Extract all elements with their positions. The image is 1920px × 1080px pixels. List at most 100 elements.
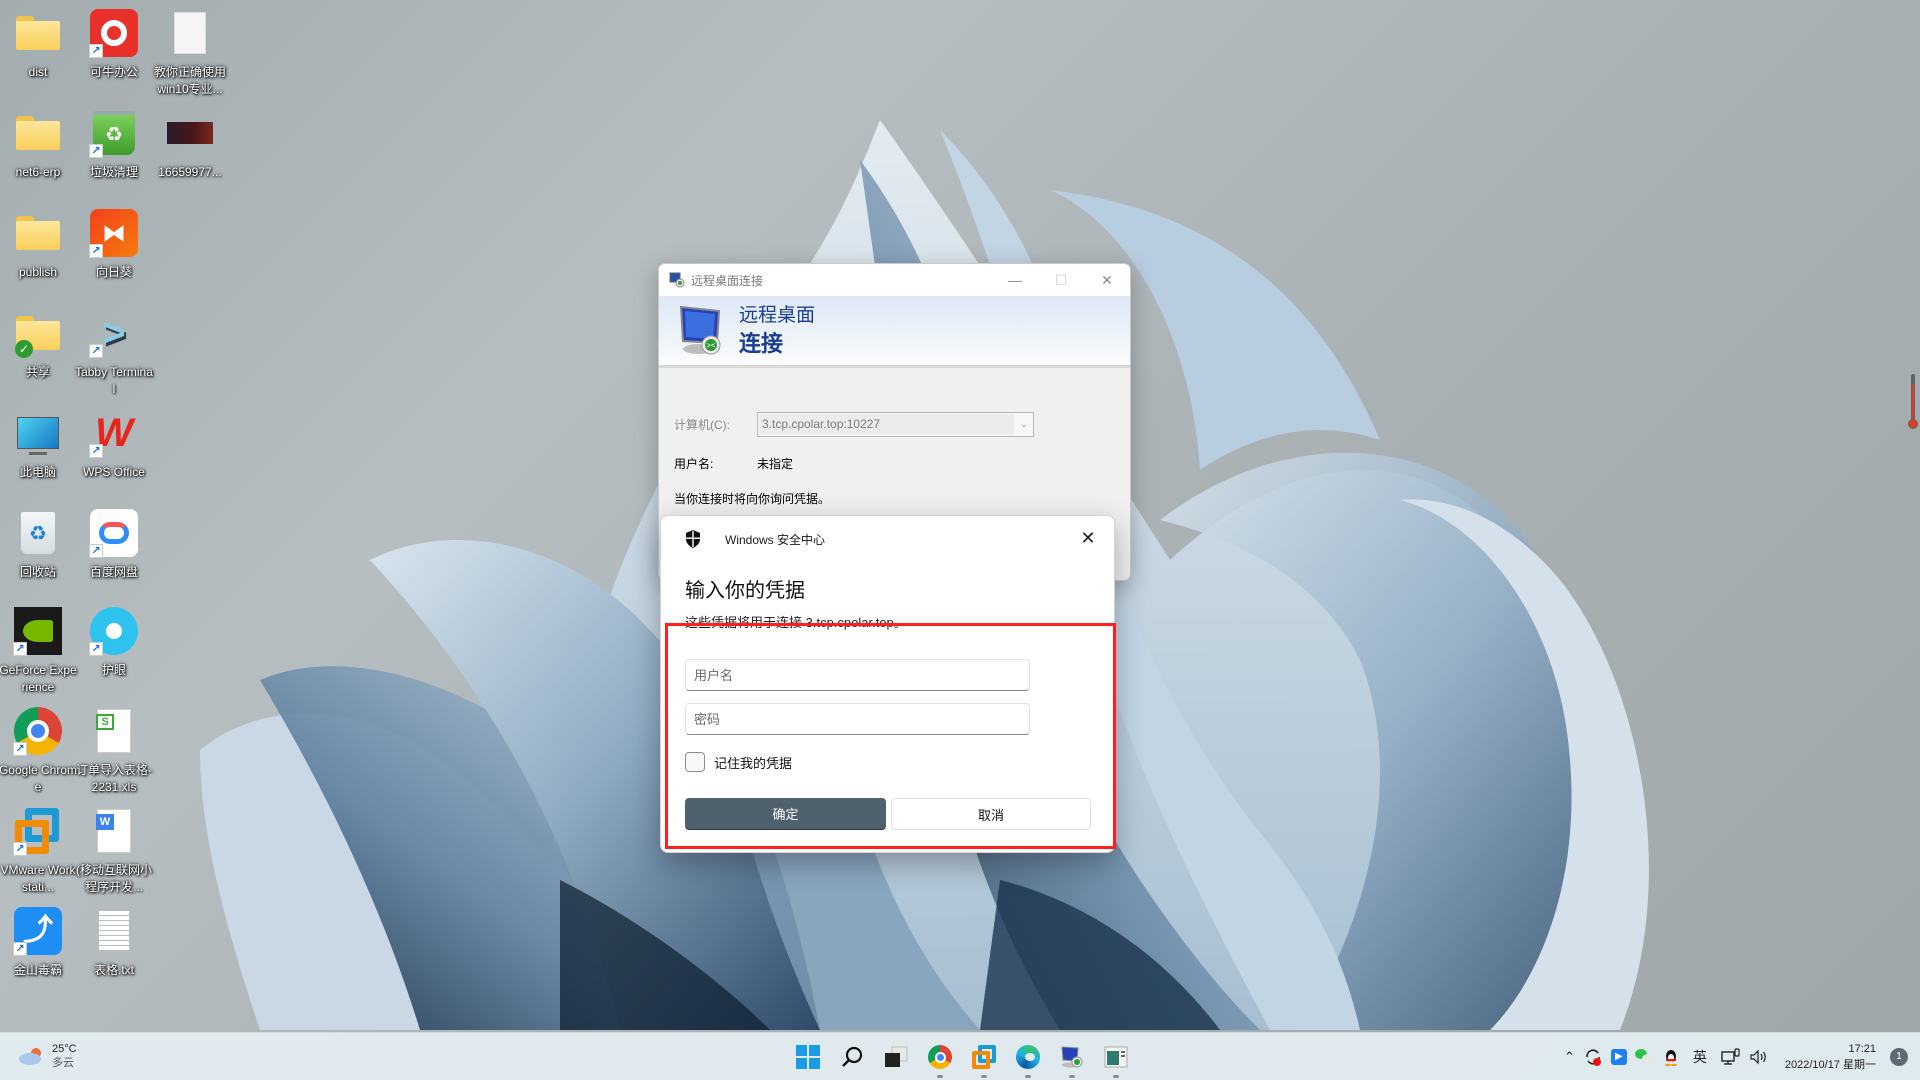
shortcut-arrow-icon: ↗ bbox=[13, 942, 27, 956]
desktop-icon-label: 表格.txt bbox=[93, 963, 134, 977]
desktop-icon-keniu-office[interactable]: ↗ 可牛办公 bbox=[76, 8, 152, 81]
desktop-icon-order-xls[interactable]: S 订单导入表格-2231.xls bbox=[76, 706, 152, 796]
weather-widget[interactable]: 25°C 多云 bbox=[18, 1042, 77, 1070]
weather-condition: 多云 bbox=[52, 1057, 74, 1069]
desktop-icon-label: dist bbox=[28, 65, 48, 79]
task-view-icon bbox=[885, 1046, 908, 1067]
feishu-app-icon[interactable]: ▶ bbox=[1607, 1033, 1631, 1080]
taskbar: 25°C 多云 ⌃ ▶ 英 17:21 2022/10/17 星期一 1 bbox=[0, 1032, 1920, 1080]
trash-cleaner-icon: ♻ ↗ bbox=[89, 108, 139, 158]
taskbar-app-window[interactable] bbox=[1094, 1033, 1138, 1080]
taskbar-app-vmware[interactable] bbox=[962, 1033, 1006, 1080]
search-button[interactable] bbox=[830, 1033, 874, 1080]
desktop-icon-label: publish bbox=[18, 265, 58, 279]
desktop-icon-label: 垃圾清理 bbox=[89, 165, 138, 179]
desktop-icon-dist[interactable]: dist bbox=[0, 8, 76, 81]
username-input[interactable] bbox=[685, 659, 1030, 691]
close-button[interactable]: ✕ bbox=[1076, 526, 1100, 550]
desktop-icon-win10-doc[interactable]: 教你正确使用win10专业... bbox=[152, 8, 228, 98]
desktop-icon-doc-mobile[interactable]: W (移动互联网小程序开发... bbox=[76, 806, 152, 896]
desktop-icon-this-pc[interactable]: 此电脑 bbox=[0, 408, 76, 481]
minimize-button[interactable]: — bbox=[992, 264, 1038, 296]
folder-icon bbox=[13, 8, 63, 58]
remember-credentials-label: 记住我的凭据 bbox=[714, 755, 793, 771]
shortcut-arrow-icon: ↗ bbox=[13, 842, 27, 856]
shield-icon bbox=[686, 530, 700, 548]
desktop-icon-label: Tabby Terminal bbox=[75, 365, 153, 396]
rdp-body: 计算机(C): 3.tcp.cpolar.top:10227 ⌄ 用户名: 未指… bbox=[659, 368, 1130, 511]
start-button[interactable] bbox=[786, 1033, 830, 1080]
network-icon[interactable] bbox=[1717, 1033, 1745, 1080]
folder-icon bbox=[13, 208, 63, 258]
sync-icon[interactable] bbox=[1579, 1033, 1607, 1080]
qq-penguin-icon[interactable] bbox=[1659, 1033, 1683, 1080]
wechat-icon[interactable] bbox=[1631, 1033, 1659, 1080]
computer-combobox[interactable]: 3.tcp.cpolar.top:10227 ⌄ bbox=[757, 412, 1034, 437]
clock-time: 17:21 bbox=[1848, 1043, 1876, 1055]
desktop-icon-label: GeForce Experience bbox=[0, 663, 77, 694]
desktop-icon-chrome[interactable]: ↗ Google Chrome bbox=[0, 706, 78, 796]
taskbar-app-chrome[interactable] bbox=[918, 1033, 962, 1080]
shortcut-arrow-icon: ↗ bbox=[13, 642, 27, 656]
volume-icon[interactable] bbox=[1745, 1033, 1773, 1080]
desktop-icon-table-txt[interactable]: 表格.txt bbox=[76, 906, 152, 979]
password-input[interactable] bbox=[685, 703, 1030, 735]
ok-button[interactable]: 确定 bbox=[685, 798, 886, 830]
text-file-icon bbox=[89, 906, 139, 956]
desktop-icon-label: Google Chrome bbox=[0, 763, 78, 794]
desktop-icon-geforce[interactable]: ↗ GeForce Experience bbox=[0, 606, 77, 696]
spreadsheet-file-icon: S bbox=[89, 706, 139, 756]
desktop-icon-vmware[interactable]: ↗ VMware Workstati... bbox=[0, 806, 76, 896]
desktop-icon-sunlogin[interactable]: ⧓ ↗ 向日葵 bbox=[76, 208, 152, 281]
document-file-icon bbox=[165, 8, 215, 58]
desktop-icon-eye-care[interactable]: ↗ 护眼 bbox=[76, 606, 152, 679]
desktop-icon-baidu-netdisk[interactable]: ↗ 百度网盘 bbox=[76, 508, 152, 581]
desktop-icon-label: (移动互联网小程序开发... bbox=[76, 863, 152, 894]
rdp-titlebar[interactable]: 远程桌面连接 — ☐ ✕ bbox=[659, 264, 1130, 296]
windows-security-dialog: Windows 安全中心 ✕ 输入你的凭据 这些凭据将用于连接 3.tcp.cp… bbox=[660, 515, 1115, 853]
desktop-icon-tabby[interactable]: > ↗ Tabby Terminal bbox=[75, 308, 153, 398]
checkbox-box[interactable] bbox=[685, 752, 705, 772]
show-hidden-icons-chevron-icon[interactable]: ⌃ bbox=[1560, 1033, 1579, 1080]
taskbar-clock[interactable]: 17:21 2022/10/17 星期一 bbox=[1785, 1041, 1876, 1073]
shortcut-arrow-icon: ↗ bbox=[89, 544, 103, 558]
desktop-icon-label: 教你正确使用win10专业... bbox=[153, 65, 226, 96]
desktop-icon-label: VMware Workstati... bbox=[0, 863, 76, 894]
computer-value: 3.tcp.cpolar.top:10227 bbox=[759, 414, 1014, 435]
desktop-icon-label: 共享 bbox=[25, 365, 50, 379]
thermometer-widget-icon[interactable] bbox=[1908, 374, 1918, 430]
image-thumbnail-icon bbox=[165, 108, 215, 158]
desktop-icon-net6-erp[interactable]: net6-erp bbox=[0, 108, 76, 181]
desktop-icon-wps[interactable]: W ↗ WPS Office bbox=[76, 408, 152, 481]
maximize-button[interactable]: ☐ bbox=[1038, 264, 1084, 296]
notification-count-badge[interactable]: 1 bbox=[1890, 1048, 1908, 1066]
taskbar-app-edge[interactable] bbox=[1006, 1033, 1050, 1080]
desktop-icon-junk-cleaner[interactable]: ♻ ↗ 垃圾清理 bbox=[76, 108, 152, 181]
desktop-icon-screenshot[interactable]: 16659977... bbox=[152, 108, 228, 181]
check-badge-icon: ✓ bbox=[15, 340, 33, 358]
monitor-icon bbox=[13, 408, 63, 458]
app-window-icon bbox=[1104, 1046, 1128, 1068]
eye-care-icon: ↗ bbox=[89, 606, 139, 656]
taskbar-app-remote-desktop[interactable] bbox=[1050, 1033, 1094, 1080]
antivirus-icon: ⤴ ↗ bbox=[13, 906, 63, 956]
partly-cloudy-icon bbox=[19, 1048, 41, 1065]
desktop-icon-label: 百度网盘 bbox=[89, 565, 138, 579]
desktop-icon-recycle-bin[interactable]: ♻ 回收站 bbox=[0, 508, 76, 581]
cancel-button[interactable]: 取消 bbox=[891, 798, 1091, 830]
close-button[interactable]: ✕ bbox=[1084, 264, 1130, 296]
desktop-icon-label: 向日葵 bbox=[95, 265, 132, 279]
shared-folder-icon: ✓ bbox=[13, 308, 63, 358]
desktop-icon-label: 护眼 bbox=[101, 663, 126, 677]
rdp-window-title: 远程桌面连接 bbox=[691, 273, 764, 288]
remote-desktop-icon bbox=[669, 272, 685, 288]
desktop-icon-shared[interactable]: ✓ 共享 bbox=[0, 308, 76, 381]
chevron-down-icon[interactable]: ⌄ bbox=[1015, 419, 1033, 430]
chrome-icon: ↗ bbox=[13, 706, 63, 756]
remember-credentials-checkbox[interactable]: 记住我的凭据 bbox=[685, 752, 792, 772]
desktop-icon-kingsoft-antivirus[interactable]: ⤴ ↗ 金山毒霸 bbox=[0, 906, 76, 979]
svg-text:><: >< bbox=[706, 341, 716, 350]
input-method-indicator[interactable]: 英 bbox=[1683, 1033, 1717, 1080]
task-view-button[interactable] bbox=[874, 1033, 918, 1080]
desktop-icon-publish[interactable]: publish bbox=[0, 208, 76, 281]
